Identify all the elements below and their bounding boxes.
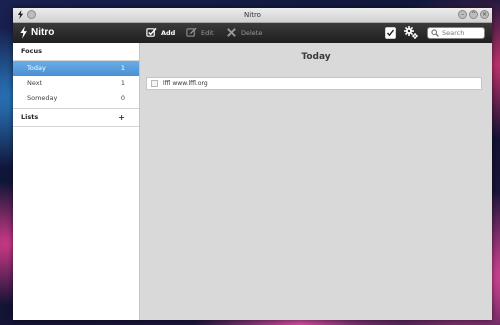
- main-panel: Today lffl www.lffl.org: [140, 43, 492, 320]
- window-title: Nitro: [244, 11, 261, 19]
- sidebar-item-count: 1: [120, 64, 125, 72]
- focus-heading: Focus: [13, 43, 139, 61]
- close-button[interactable]: ×: [480, 10, 489, 19]
- gear-icon[interactable]: [404, 26, 419, 40]
- window-menu-button[interactable]: [27, 10, 36, 19]
- delete-button[interactable]: Delete: [226, 27, 262, 38]
- app-bolt-icon: [17, 10, 24, 19]
- sidebar: Focus Today 1 Next 1 Someday 0 Lists +: [13, 43, 140, 320]
- minimize-button[interactable]: –: [458, 10, 467, 19]
- task-checkbox[interactable]: [151, 80, 158, 87]
- add-label: Add: [161, 28, 176, 37]
- lists-heading-label: Lists: [21, 113, 39, 121]
- delete-label: Delete: [241, 28, 263, 37]
- focus-heading-label: Focus: [21, 47, 42, 55]
- sidebar-item-label: Next: [27, 79, 43, 87]
- bolt-icon: [20, 26, 27, 39]
- add-button[interactable]: Add: [146, 27, 175, 38]
- app-window: Nitro – ^ × Nitro Add Edit Delete Search…: [13, 8, 492, 320]
- sidebar-item-someday[interactable]: Someday 0: [13, 91, 139, 106]
- window-titlebar: Nitro – ^ ×: [13, 8, 492, 23]
- add-task-icon: [146, 27, 157, 37]
- sidebar-item-count: 0: [120, 94, 125, 102]
- task-text: lffl www.lffl.org: [163, 80, 208, 87]
- lists-heading: Lists +: [13, 109, 139, 127]
- edit-label: Edit: [201, 28, 214, 37]
- edit-button[interactable]: Edit: [186, 27, 214, 38]
- page-title: Today: [301, 52, 331, 62]
- maximize-button[interactable]: ^: [469, 10, 478, 19]
- checklist-icon[interactable]: [385, 27, 396, 39]
- brand: Nitro: [19, 26, 54, 39]
- sidebar-item-label: Today: [27, 64, 46, 72]
- search-box[interactable]: [427, 27, 485, 39]
- sidebar-item-next[interactable]: Next 1: [13, 76, 139, 91]
- brand-name: Nitro: [31, 27, 55, 38]
- task-row[interactable]: lffl www.lffl.org: [146, 77, 482, 90]
- main-toolbar: Nitro Add Edit Delete: [13, 23, 492, 43]
- delete-icon: [227, 28, 236, 37]
- sidebar-item-count: 1: [120, 79, 125, 87]
- edit-icon: [186, 27, 197, 37]
- sidebar-item-today[interactable]: Today 1: [13, 61, 139, 76]
- search-icon: [431, 29, 439, 37]
- sidebar-item-label: Someday: [27, 94, 58, 102]
- search-input[interactable]: [442, 28, 484, 38]
- add-list-button[interactable]: +: [118, 109, 125, 126]
